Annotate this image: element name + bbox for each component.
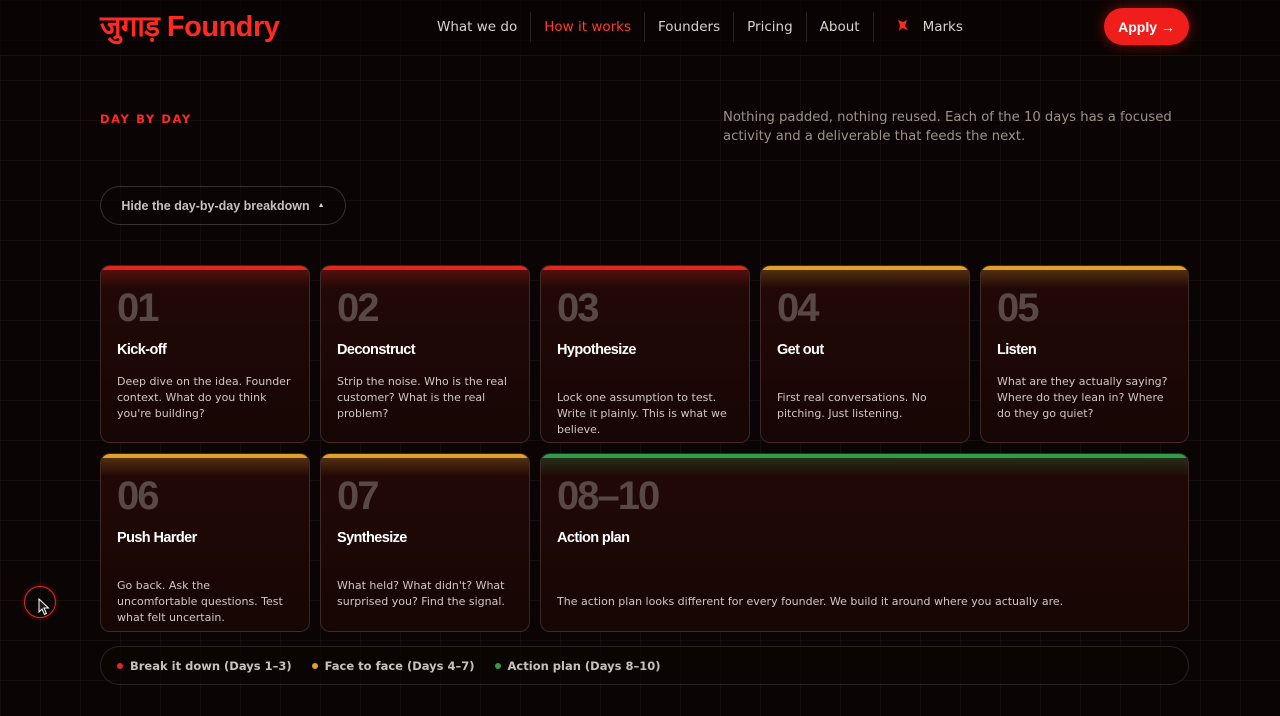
day-number: 01 bbox=[117, 286, 159, 330]
caret-up-icon: ▲ bbox=[317, 202, 325, 209]
legend-break-it-down: Break it down (Days 1–3) bbox=[117, 659, 292, 673]
day-card-08-10: 08–10 Action plan The action plan looks … bbox=[540, 453, 1189, 632]
day-description: Lock one assumption to test. Write it pl… bbox=[557, 391, 727, 436]
day-title: Hypothesize bbox=[557, 342, 636, 358]
toggle-breakdown-label: Hide the day-by-day breakdown bbox=[121, 198, 310, 213]
apply-button[interactable]: Apply → bbox=[1104, 8, 1189, 45]
day-title: Deconstruct bbox=[337, 342, 416, 358]
day-number: 06 bbox=[117, 474, 159, 518]
marks-icon bbox=[896, 19, 909, 36]
day-number: 03 bbox=[557, 286, 599, 330]
day-title: Get out bbox=[777, 342, 824, 358]
day-number: 05 bbox=[997, 286, 1039, 330]
day-description: What are they actually saying? Where do … bbox=[997, 375, 1168, 420]
phase-legend: Break it down (Days 1–3) Face to face (D… bbox=[100, 646, 1189, 685]
day-card-04: 04 Get out First real conversations. No … bbox=[760, 265, 970, 443]
day-description: The action plan looks different for ever… bbox=[557, 595, 1064, 608]
day-number: 02 bbox=[337, 286, 379, 330]
day-card-07: 07 Synthesize What held? What didn't? Wh… bbox=[320, 453, 530, 632]
day-description: Deep dive on the idea. Founder context. … bbox=[117, 375, 291, 420]
nav-how-it-works[interactable]: How it works bbox=[531, 12, 646, 42]
nav-pricing[interactable]: Pricing bbox=[734, 12, 807, 42]
section-eyebrow: DAY BY DAY bbox=[100, 112, 192, 126]
day-title: Push Harder bbox=[117, 530, 197, 546]
day-title: Kick-off bbox=[117, 342, 167, 358]
amber-dot-icon bbox=[311, 662, 318, 669]
section-intro: Nothing padded, nothing reused. Each of … bbox=[723, 110, 1172, 144]
toggle-breakdown-button[interactable]: Hide the day-by-day breakdown ▲ bbox=[100, 186, 346, 225]
cursor-arrow-icon bbox=[38, 598, 50, 616]
red-dot-icon bbox=[117, 662, 123, 669]
day-number: 07 bbox=[337, 474, 379, 518]
day-title: Synthesize bbox=[337, 530, 407, 546]
day-card-05: 05 Listen What are they actually saying?… bbox=[980, 265, 1189, 443]
nav-what-we-do[interactable]: What we do bbox=[424, 12, 532, 42]
day-description: What held? What didn't? What surprised y… bbox=[337, 579, 505, 608]
nav-about[interactable]: About bbox=[807, 12, 874, 42]
day-title: Listen bbox=[997, 342, 1037, 358]
day-title: Action plan bbox=[557, 530, 630, 546]
day-description: Strip the noise. Who is the real custome… bbox=[337, 375, 507, 420]
day-card-06: 06 Push Harder Go back. Ask the uncomfor… bbox=[100, 453, 310, 632]
nav-marks[interactable]: Marks bbox=[874, 12, 976, 42]
day-card-03: 03 Hypothesize Lock one assumption to te… bbox=[540, 265, 750, 443]
nav-marks-label: Marks bbox=[922, 19, 963, 35]
day-description: First real conversations. No pitching. J… bbox=[777, 391, 927, 420]
main-nav: What we do How it works Founders Pricing… bbox=[424, 0, 976, 54]
day-card-02: 02 Deconstruct Strip the noise. Who is t… bbox=[320, 265, 530, 443]
legend-face-to-face: Face to face (Days 4–7) bbox=[311, 659, 475, 673]
brand-logo[interactable]: जुगाड़ Foundry bbox=[100, 6, 280, 45]
site-header: जुगाड़ Foundry What we do How it works F… bbox=[0, 0, 1280, 56]
legend-action-plan: Action plan (Days 8–10) bbox=[494, 659, 660, 673]
day-number: 08–10 bbox=[557, 474, 660, 518]
day-description: Go back. Ask the uncomfortable questions… bbox=[117, 579, 283, 624]
day-number: 04 bbox=[777, 286, 819, 330]
nav-founders[interactable]: Founders bbox=[645, 12, 735, 42]
day-card-01: 01 Kick-off Deep dive on the idea. Found… bbox=[100, 265, 310, 443]
green-dot-icon bbox=[494, 662, 501, 669]
